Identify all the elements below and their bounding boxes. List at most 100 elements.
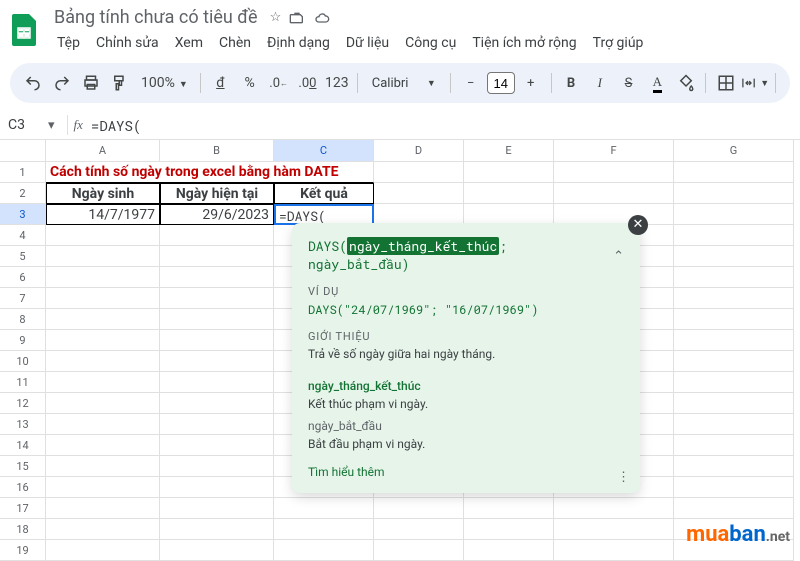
cell-b3[interactable]: 29/6/2023 — [160, 204, 274, 225]
cell[interactable] — [160, 519, 274, 540]
cell[interactable] — [464, 204, 554, 225]
cell[interactable] — [160, 330, 274, 351]
cell[interactable] — [160, 435, 274, 456]
cell[interactable] — [46, 519, 160, 540]
name-box-dropdown-icon[interactable]: ▾ — [48, 118, 61, 133]
text-color-button[interactable]: A — [644, 69, 671, 97]
cell[interactable] — [374, 183, 464, 204]
cell[interactable] — [674, 183, 794, 204]
paint-format-button[interactable] — [106, 69, 133, 97]
cloud-icon[interactable] — [313, 10, 331, 26]
cell[interactable] — [160, 456, 274, 477]
row-header[interactable]: 4 — [0, 225, 46, 246]
increase-font-button[interactable]: + — [517, 69, 545, 97]
menu-edit[interactable]: Chỉnh sửa — [89, 31, 166, 55]
cell[interactable] — [46, 267, 160, 288]
cell[interactable] — [160, 540, 274, 561]
col-header[interactable]: D — [374, 140, 464, 162]
cell[interactable] — [464, 498, 554, 519]
row-header[interactable]: 2 — [0, 183, 46, 204]
row-header[interactable]: 9 — [0, 330, 46, 351]
row-header[interactable]: 8 — [0, 309, 46, 330]
row-header[interactable]: 6 — [0, 267, 46, 288]
row-header[interactable]: 11 — [0, 372, 46, 393]
cell[interactable] — [674, 393, 794, 414]
cell-a1[interactable]: Cách tính số ngày trong excel bằng hàm D… — [46, 162, 374, 183]
cell[interactable] — [274, 498, 374, 519]
menu-help[interactable]: Trợ giúp — [586, 31, 651, 55]
cell[interactable] — [554, 498, 674, 519]
row-header[interactable]: 13 — [0, 414, 46, 435]
cell[interactable] — [674, 246, 794, 267]
row-header[interactable]: 12 — [0, 393, 46, 414]
currency-button[interactable]: đ — [207, 69, 234, 97]
font-size-input[interactable] — [487, 72, 515, 94]
number-format-button[interactable]: 123 — [323, 69, 351, 97]
cell[interactable] — [674, 498, 794, 519]
bold-button[interactable]: B — [558, 69, 585, 97]
menu-file[interactable]: Tệp — [50, 31, 87, 55]
cell[interactable] — [46, 393, 160, 414]
cell[interactable] — [160, 309, 274, 330]
row-header[interactable]: 3 — [0, 204, 46, 225]
cell[interactable] — [46, 351, 160, 372]
merge-button[interactable]: ▼ — [741, 69, 769, 97]
cell[interactable] — [674, 288, 794, 309]
menu-format[interactable]: Định dạng — [260, 31, 337, 55]
menu-extensions[interactable]: Tiện ích mở rộng — [465, 31, 583, 55]
cell[interactable] — [674, 477, 794, 498]
cell[interactable] — [554, 540, 674, 561]
star-icon[interactable]: ☆ — [270, 10, 282, 25]
cell[interactable] — [554, 204, 674, 225]
cell[interactable] — [554, 162, 674, 183]
cell-c3-editing[interactable]: =DAYS( — [274, 204, 374, 225]
cell[interactable] — [160, 246, 274, 267]
cell[interactable] — [274, 519, 374, 540]
cell[interactable] — [674, 456, 794, 477]
row-header[interactable]: 17 — [0, 498, 46, 519]
cell[interactable] — [160, 225, 274, 246]
cell[interactable] — [374, 519, 464, 540]
cell[interactable] — [160, 477, 274, 498]
percent-button[interactable]: % — [236, 69, 263, 97]
fill-color-button[interactable] — [673, 69, 700, 97]
cell[interactable] — [160, 288, 274, 309]
menu-tools[interactable]: Công cụ — [398, 31, 463, 55]
cell[interactable] — [554, 519, 674, 540]
cell[interactable] — [46, 540, 160, 561]
row-header[interactable]: 1 — [0, 162, 46, 183]
cell-a3[interactable]: 14/7/1977 — [46, 204, 160, 225]
cell-b2[interactable]: Ngày hiện tại — [160, 183, 274, 204]
row-header[interactable]: 5 — [0, 246, 46, 267]
col-header[interactable]: F — [554, 140, 674, 162]
cell[interactable] — [674, 435, 794, 456]
collapse-icon[interactable]: ⌃ — [613, 246, 624, 264]
cell[interactable] — [674, 162, 794, 183]
borders-button[interactable] — [712, 69, 739, 97]
row-header[interactable]: 19 — [0, 540, 46, 561]
cell[interactable] — [374, 498, 464, 519]
zoom-select[interactable]: 100%▼ — [135, 75, 194, 91]
cell[interactable] — [160, 267, 274, 288]
cell[interactable] — [674, 309, 794, 330]
cell[interactable] — [46, 414, 160, 435]
close-icon[interactable]: ✕ — [628, 215, 648, 235]
font-select[interactable]: Calibri▼ — [364, 76, 444, 91]
col-header[interactable]: G — [674, 140, 794, 162]
col-header[interactable]: A — [46, 140, 160, 162]
cell[interactable] — [46, 225, 160, 246]
learn-more-link[interactable]: Tìm hiểu thêm — [308, 465, 624, 479]
cell[interactable] — [674, 204, 794, 225]
print-button[interactable] — [78, 69, 105, 97]
formula-input[interactable]: =DAYS( — [91, 116, 141, 135]
row-header[interactable]: 18 — [0, 519, 46, 540]
cell[interactable] — [554, 183, 674, 204]
cell-a2[interactable]: Ngày sinh — [46, 183, 160, 204]
cell[interactable] — [274, 540, 374, 561]
cell[interactable] — [674, 267, 794, 288]
row-header[interactable]: 15 — [0, 456, 46, 477]
select-all-corner[interactable] — [0, 140, 46, 162]
cell[interactable] — [374, 162, 464, 183]
cell[interactable] — [464, 183, 554, 204]
row-header[interactable]: 10 — [0, 351, 46, 372]
